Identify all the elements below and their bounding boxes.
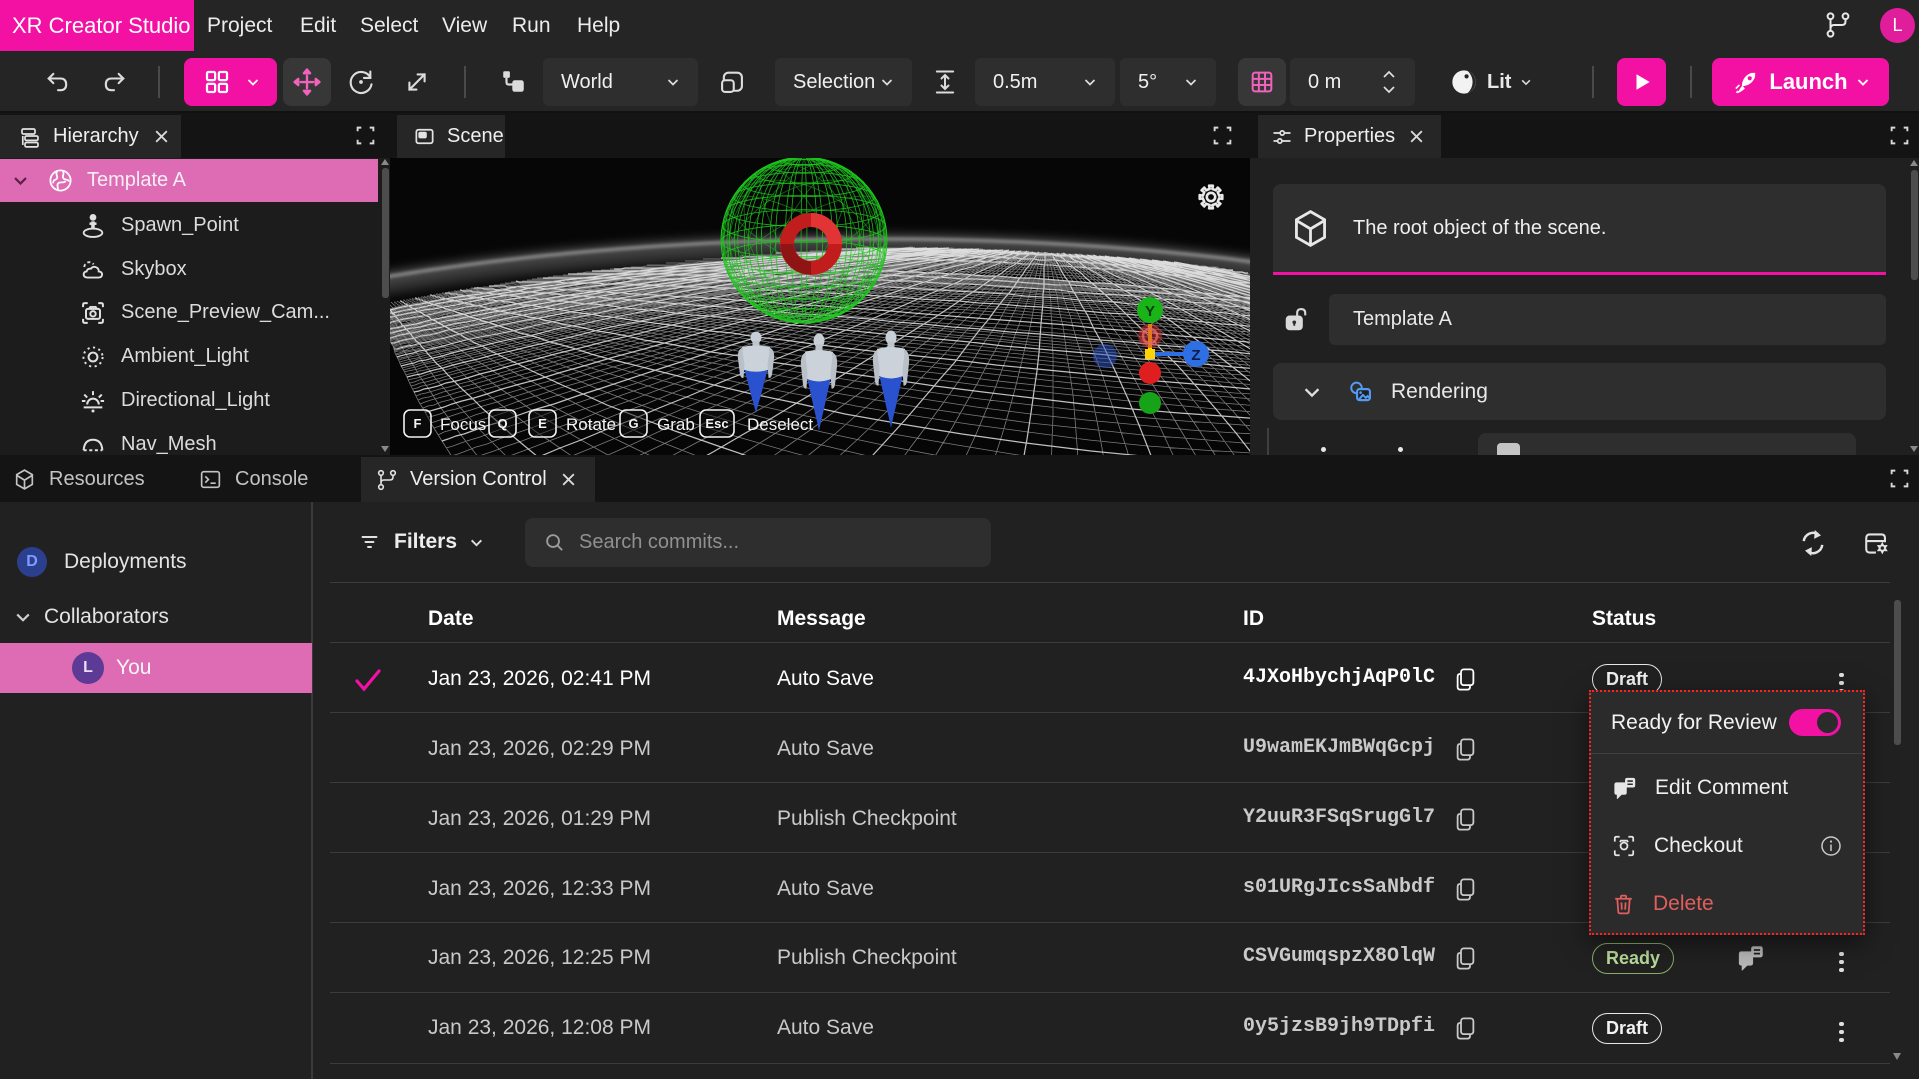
svg-text:Q: Q	[497, 416, 507, 431]
svg-text:Z: Z	[1191, 347, 1200, 364]
svg-text:Grab: Grab	[657, 415, 695, 434]
svg-text:E: E	[538, 416, 547, 431]
svg-text:Deselect: Deselect	[747, 415, 813, 434]
svg-text:Focus: Focus	[440, 415, 486, 434]
svg-text:Y: Y	[1145, 303, 1155, 320]
svg-text:G: G	[628, 416, 638, 431]
svg-text:F: F	[414, 416, 422, 431]
svg-text:Esc: Esc	[705, 416, 728, 431]
svg-text:Rotate: Rotate	[566, 415, 616, 434]
